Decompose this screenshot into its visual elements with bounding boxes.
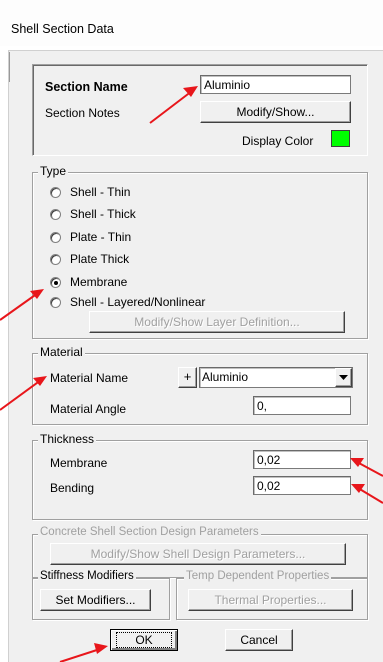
radio-shell-layered[interactable] <box>50 297 61 308</box>
stiffness-legend: Stiffness Modifiers <box>38 570 136 582</box>
material-dropdown-button[interactable] <box>335 368 352 387</box>
set-modifiers-button[interactable]: Set Modifiers... <box>40 589 151 611</box>
modify-show-layer-label: Modify/Show Layer Definition... <box>134 315 300 329</box>
radio-membrane-label: Membrane <box>70 275 128 289</box>
ok-label: OK <box>116 632 172 648</box>
material-angle-input[interactable]: 0, <box>253 396 351 415</box>
radio-plate-thin-label: Plate - Thin <box>70 230 132 244</box>
temp-properties-legend: Temp Dependent Properties <box>184 570 332 582</box>
set-modifiers-label: Set Modifiers... <box>55 593 136 607</box>
radio-shell-thin-label: Shell - Thin <box>70 185 131 199</box>
thickness-legend: Thickness <box>38 432 97 446</box>
concrete-design-legend: Concrete Shell Section Design Parameters <box>38 526 261 538</box>
thermal-properties-button[interactable]: Thermal Properties... <box>188 589 353 611</box>
display-color-swatch[interactable] <box>331 130 350 147</box>
radio-shell-thick-label: Shell - Thick <box>70 207 136 221</box>
radio-shell-thin[interactable] <box>50 187 61 198</box>
material-name-select[interactable]: Aluminio <box>199 367 353 388</box>
membrane-thickness-input[interactable]: 0,02 <box>253 450 351 469</box>
modify-show-notes-button[interactable]: Modify/Show... <box>200 101 351 123</box>
radio-membrane[interactable] <box>50 277 61 288</box>
modify-show-shell-design-label: Modify/Show Shell Design Parameters... <box>90 547 306 561</box>
bending-thickness-input[interactable]: 0,02 <box>253 476 351 495</box>
ok-button[interactable]: OK <box>110 629 178 651</box>
modify-show-layer-button[interactable]: Modify/Show Layer Definition... <box>89 311 345 333</box>
chevron-down-icon <box>339 375 348 380</box>
radio-shell-thick[interactable] <box>50 209 61 220</box>
section-name-label: Section Name <box>45 80 128 94</box>
thermal-properties-label: Thermal Properties... <box>214 593 327 607</box>
radio-plate-thick[interactable] <box>50 254 61 265</box>
material-angle-label: Material Angle <box>50 402 127 416</box>
radio-selected-dot <box>54 281 58 285</box>
membrane-thickness-label: Membrane <box>50 456 108 470</box>
bending-thickness-label: Bending <box>50 481 95 495</box>
left-margin <box>0 46 8 662</box>
cancel-button[interactable]: Cancel <box>225 629 293 651</box>
modify-show-notes-label: Modify/Show... <box>236 105 315 119</box>
window-edge <box>9 52 10 82</box>
section-notes-label: Section Notes <box>45 106 120 120</box>
add-material-button[interactable]: + <box>178 367 197 388</box>
plus-icon: + <box>183 369 192 384</box>
display-color-label: Display Color <box>242 134 314 148</box>
material-name-value: Aluminio <box>202 370 249 384</box>
section-name-input[interactable]: Aluminio <box>200 75 351 94</box>
cancel-label: Cancel <box>240 633 278 647</box>
material-legend: Material <box>38 345 85 359</box>
material-name-label: Material Name <box>50 371 129 385</box>
modify-show-shell-design-button[interactable]: Modify/Show Shell Design Parameters... <box>50 543 346 565</box>
type-legend: Type <box>38 164 69 178</box>
radio-plate-thin[interactable] <box>50 232 61 243</box>
radio-shell-layered-label: Shell - Layered/Nonlinear <box>70 295 206 309</box>
radio-plate-thick-label: Plate Thick <box>70 252 130 266</box>
window-title: Shell Section Data <box>11 22 114 36</box>
